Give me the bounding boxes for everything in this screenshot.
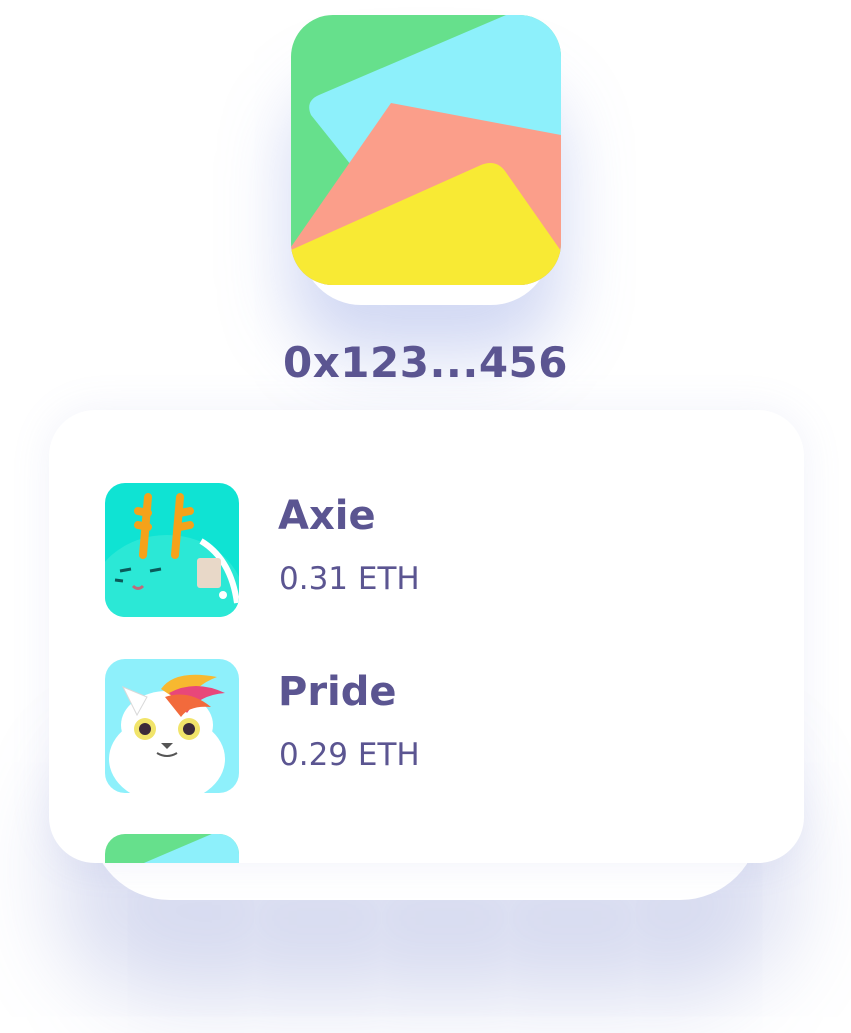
wallet-multicolor-logo-icon [105, 834, 239, 863]
asset-price: 0.29 ETH [279, 737, 420, 773]
asset-price: 0.31 ETH [279, 561, 420, 597]
wallet-address: 0x123...456 [282, 338, 569, 387]
wallet-logo [291, 15, 561, 285]
asset-list-card: Axie 0.31 ETH Pride 0.29 ETH [49, 410, 804, 863]
list-item-axie[interactable]: Axie 0.31 ETH [105, 483, 745, 617]
list-item-third[interactable] [105, 834, 745, 863]
asset-name: Pride [278, 669, 397, 715]
wallet-multicolor-logo-icon [291, 15, 561, 285]
wallet-screen: 0x123...456 Axie 0.31 ETH Pride 0.29 ETH [0, 0, 851, 1033]
list-item-pride[interactable]: Pride 0.29 ETH [105, 659, 745, 793]
asset-name: Axie [278, 493, 376, 539]
axie-cyan-creature-icon [105, 483, 239, 617]
pride-white-cat-icon [105, 659, 239, 793]
